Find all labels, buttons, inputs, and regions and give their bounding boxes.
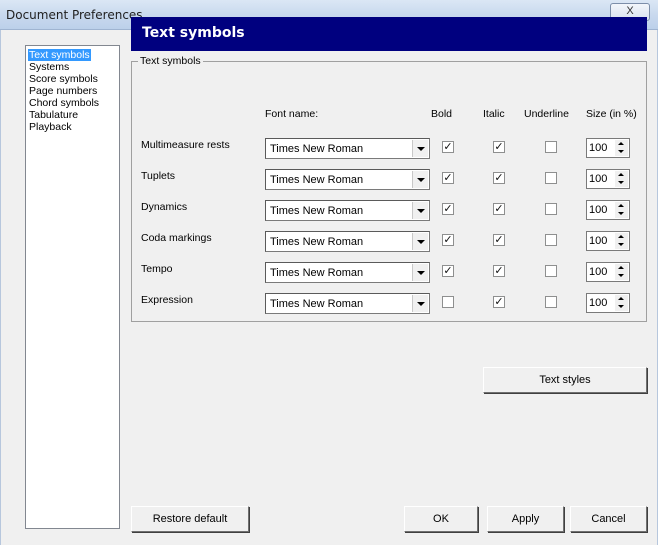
category-list[interactable]: Text symbols Systems Score symbols Page … bbox=[25, 45, 120, 529]
row-label-multimeasure-rests: Multimeasure rests bbox=[141, 139, 230, 151]
text-styles-button[interactable]: Text styles bbox=[483, 367, 647, 393]
header-bold: Bold bbox=[431, 108, 453, 120]
dropdown-arrow-icon[interactable] bbox=[412, 233, 428, 250]
header-font-name: Font name: bbox=[265, 108, 319, 120]
spin-up-icon[interactable] bbox=[615, 233, 628, 241]
italic-checkbox-tempo[interactable] bbox=[493, 265, 505, 277]
size-value: 100 bbox=[589, 204, 608, 216]
spin-down-icon[interactable] bbox=[615, 272, 628, 280]
cancel-button[interactable]: Cancel bbox=[570, 506, 647, 532]
sidebar-item-text-symbols[interactable]: Text symbols bbox=[28, 49, 91, 61]
sidebar-item-page-numbers[interactable]: Page numbers bbox=[28, 85, 98, 97]
close-icon: X bbox=[626, 5, 634, 17]
font-select-value: Times New Roman bbox=[270, 143, 364, 155]
size-spinner-expression[interactable]: 100 bbox=[586, 293, 630, 313]
spin-down-icon[interactable] bbox=[615, 241, 628, 249]
size-value: 100 bbox=[589, 173, 608, 185]
bold-checkbox-dynamics[interactable] bbox=[442, 203, 454, 215]
bold-checkbox-expression[interactable] bbox=[442, 296, 454, 308]
italic-checkbox-dynamics[interactable] bbox=[493, 203, 505, 215]
spin-up-icon[interactable] bbox=[615, 295, 628, 303]
dropdown-arrow-icon[interactable] bbox=[412, 140, 428, 157]
size-spinner-tempo[interactable]: 100 bbox=[586, 262, 630, 282]
italic-checkbox-tuplets[interactable] bbox=[493, 172, 505, 184]
bold-checkbox-tempo[interactable] bbox=[442, 265, 454, 277]
sidebar-item-chord-symbols[interactable]: Chord symbols bbox=[28, 97, 100, 109]
font-select-value: Times New Roman bbox=[270, 267, 364, 279]
apply-button[interactable]: Apply bbox=[487, 506, 564, 532]
dropdown-arrow-icon[interactable] bbox=[412, 171, 428, 188]
sidebar-item-playback[interactable]: Playback bbox=[28, 121, 73, 133]
italic-checkbox-expression[interactable] bbox=[493, 296, 505, 308]
sidebar-item-tabulature[interactable]: Tabulature bbox=[28, 109, 79, 121]
underline-checkbox-multimeasure-rests[interactable] bbox=[545, 141, 557, 153]
size-value: 100 bbox=[589, 235, 608, 247]
size-value: 100 bbox=[589, 266, 608, 278]
row-label-dynamics: Dynamics bbox=[141, 201, 188, 213]
font-select-multimeasure-rests[interactable]: Times New Roman bbox=[265, 138, 430, 159]
dropdown-arrow-icon[interactable] bbox=[412, 264, 428, 281]
size-spinner-multimeasure-rests[interactable]: 100 bbox=[586, 138, 630, 158]
size-spinner-dynamics[interactable]: 100 bbox=[586, 200, 630, 220]
underline-checkbox-expression[interactable] bbox=[545, 296, 557, 308]
spin-up-icon[interactable] bbox=[615, 202, 628, 210]
font-select-tempo[interactable]: Times New Roman bbox=[265, 262, 430, 283]
header-underline: Underline bbox=[524, 108, 569, 120]
font-select-dynamics[interactable]: Times New Roman bbox=[265, 200, 430, 221]
spin-down-icon[interactable] bbox=[615, 303, 628, 311]
spin-down-icon[interactable] bbox=[615, 210, 628, 218]
underline-checkbox-dynamics[interactable] bbox=[545, 203, 557, 215]
row-label-coda-markings: Coda markings bbox=[141, 232, 212, 244]
size-spinner-coda-markings[interactable]: 100 bbox=[586, 231, 630, 251]
spin-up-icon[interactable] bbox=[615, 171, 628, 179]
sidebar-item-systems[interactable]: Systems bbox=[28, 61, 70, 73]
row-label-tuplets: Tuplets bbox=[141, 170, 176, 182]
dropdown-arrow-icon[interactable] bbox=[412, 295, 428, 312]
font-select-tuplets[interactable]: Times New Roman bbox=[265, 169, 430, 190]
font-select-value: Times New Roman bbox=[270, 236, 364, 248]
bold-checkbox-tuplets[interactable] bbox=[442, 172, 454, 184]
bold-checkbox-multimeasure-rests[interactable] bbox=[442, 141, 454, 153]
underline-checkbox-tempo[interactable] bbox=[545, 265, 557, 277]
font-select-coda-markings[interactable]: Times New Roman bbox=[265, 231, 430, 252]
spin-up-icon[interactable] bbox=[615, 264, 628, 272]
size-value: 100 bbox=[589, 297, 608, 309]
window-title: Document Preferences bbox=[6, 8, 143, 22]
section-title: Text symbols bbox=[142, 25, 245, 41]
spin-down-icon[interactable] bbox=[615, 148, 628, 156]
restore-default-button[interactable]: Restore default bbox=[131, 506, 249, 532]
section-header: Text symbols bbox=[131, 17, 647, 51]
italic-checkbox-coda-markings[interactable] bbox=[493, 234, 505, 246]
size-spinner-tuplets[interactable]: 100 bbox=[586, 169, 630, 189]
header-size: Size (in %) bbox=[586, 108, 637, 120]
italic-checkbox-multimeasure-rests[interactable] bbox=[493, 141, 505, 153]
font-select-value: Times New Roman bbox=[270, 205, 364, 217]
underline-checkbox-coda-markings[interactable] bbox=[545, 234, 557, 246]
font-select-value: Times New Roman bbox=[270, 298, 364, 310]
ok-button[interactable]: OK bbox=[404, 506, 478, 532]
font-select-expression[interactable]: Times New Roman bbox=[265, 293, 430, 314]
spin-up-icon[interactable] bbox=[615, 140, 628, 148]
underline-checkbox-tuplets[interactable] bbox=[545, 172, 557, 184]
spin-down-icon[interactable] bbox=[615, 179, 628, 187]
group-legend: Text symbols bbox=[138, 55, 203, 67]
font-select-value: Times New Roman bbox=[270, 174, 364, 186]
bold-checkbox-coda-markings[interactable] bbox=[442, 234, 454, 246]
dropdown-arrow-icon[interactable] bbox=[412, 202, 428, 219]
row-label-tempo: Tempo bbox=[141, 263, 173, 275]
header-italic: Italic bbox=[483, 108, 505, 120]
sidebar-item-score-symbols[interactable]: Score symbols bbox=[28, 73, 99, 85]
row-label-expression: Expression bbox=[141, 294, 193, 306]
size-value: 100 bbox=[589, 142, 608, 154]
